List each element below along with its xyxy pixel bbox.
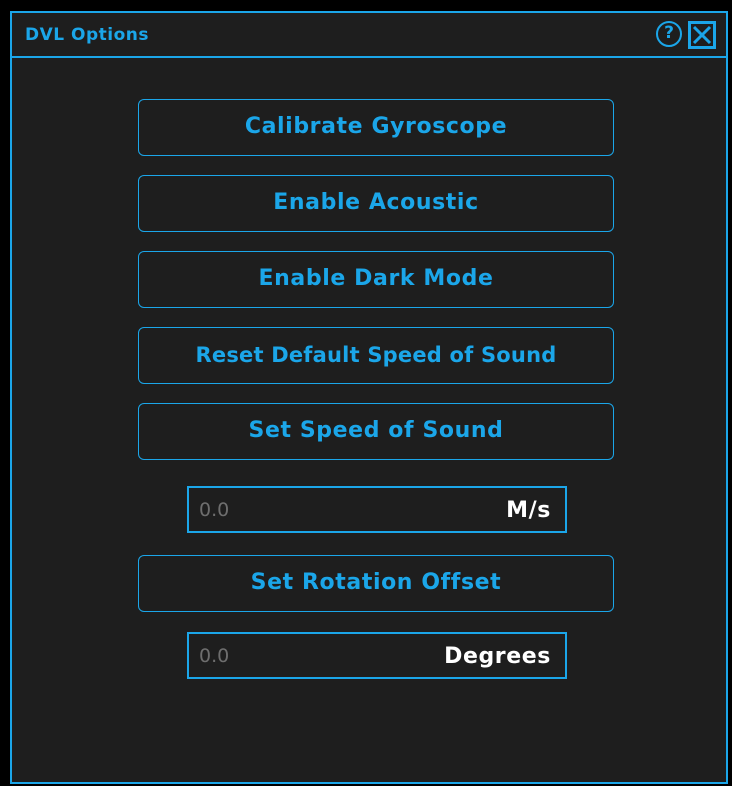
dvl-options-window: DVL Options ? Calibrate Gyroscope Enable… — [10, 11, 728, 784]
close-icon[interactable] — [688, 21, 716, 49]
help-icon[interactable]: ? — [656, 21, 682, 47]
speed-of-sound-field: M/s — [187, 486, 567, 533]
set-rotation-offset-button[interactable]: Set Rotation Offset — [138, 555, 614, 612]
window-title: DVL Options — [25, 25, 149, 45]
speed-of-sound-input[interactable] — [199, 494, 449, 526]
reset-default-speed-of-sound-button[interactable]: Reset Default Speed of Sound — [138, 327, 614, 384]
title-bar: DVL Options ? — [12, 13, 726, 58]
speed-of-sound-unit: M/s — [506, 498, 551, 523]
rotation-offset-input[interactable] — [199, 640, 449, 672]
set-speed-of-sound-button[interactable]: Set Speed of Sound — [138, 403, 614, 460]
enable-dark-mode-button[interactable]: Enable Dark Mode — [138, 251, 614, 308]
enable-acoustic-button[interactable]: Enable Acoustic — [138, 175, 614, 232]
rotation-offset-field: Degrees — [187, 632, 567, 679]
rotation-offset-unit: Degrees — [444, 644, 551, 669]
calibrate-gyroscope-button[interactable]: Calibrate Gyroscope — [138, 99, 614, 156]
